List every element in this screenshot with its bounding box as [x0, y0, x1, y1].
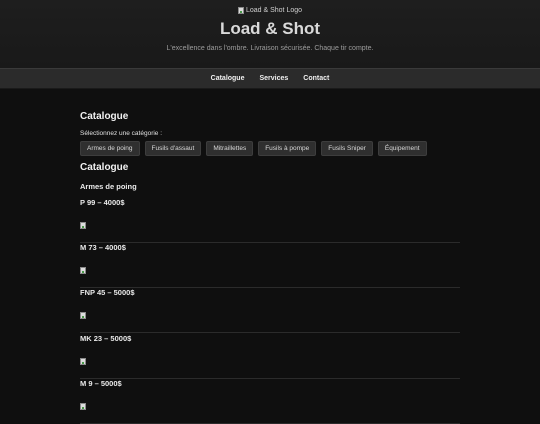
category-button-shotguns[interactable]: Fusils à pompe [258, 141, 317, 156]
tagline: L'excellence dans l'ombre. Livraison séc… [166, 45, 374, 52]
product-name: FNP 45 – 5000$ [80, 288, 135, 297]
main-nav: Catalogue Services Contact [0, 68, 540, 89]
product-item: M 9 – 5000$ [80, 379, 460, 424]
category-button-assault-rifles[interactable]: Fusils d'assaut [144, 141, 202, 156]
product-item: P 99 – 4000$ [80, 198, 460, 243]
product-name: MK 23 – 5000$ [80, 334, 132, 343]
catalogue-title: Catalogue [80, 111, 129, 122]
broken-image-icon [80, 403, 86, 410]
broken-image-icon [80, 312, 86, 319]
nav-contact[interactable]: Contact [303, 75, 329, 82]
category-select-label: Sélectionnez une catégorie : [80, 130, 163, 137]
category-buttons: Armes de poing Fusils d'assaut Mitraille… [80, 141, 427, 156]
logo-alt-text: Load & Shot Logo [245, 7, 303, 14]
catalogue-section-title: Catalogue [80, 162, 129, 173]
nav-catalogue[interactable]: Catalogue [211, 75, 245, 82]
group-title: Armes de poing [80, 182, 137, 191]
broken-image-icon [80, 222, 86, 229]
nav-services[interactable]: Services [259, 75, 288, 82]
category-button-sniper-rifles[interactable]: Fusils Sniper [321, 141, 373, 156]
logo: Load & Shot Logo [0, 7, 540, 14]
product-item: M 73 – 4000$ [80, 243, 460, 288]
product-item: FNP 45 – 5000$ [80, 288, 460, 333]
broken-image-icon [80, 267, 86, 274]
category-button-submachine-guns[interactable]: Mitraillettes [206, 141, 254, 156]
broken-image-icon [237, 7, 244, 14]
site-header: Load & Shot Logo Load & Shot L'excellenc… [0, 0, 540, 68]
site-title: Load & Shot [219, 19, 321, 38]
category-button-equipment[interactable]: Équipement [377, 141, 427, 156]
product-name: M 73 – 4000$ [80, 243, 126, 252]
product-name: P 99 – 4000$ [80, 198, 125, 207]
category-button-handguns[interactable]: Armes de poing [80, 141, 140, 156]
product-name: M 9 – 5000$ [80, 379, 122, 388]
broken-image-icon [80, 358, 86, 365]
product-item: MK 23 – 5000$ [80, 334, 460, 379]
